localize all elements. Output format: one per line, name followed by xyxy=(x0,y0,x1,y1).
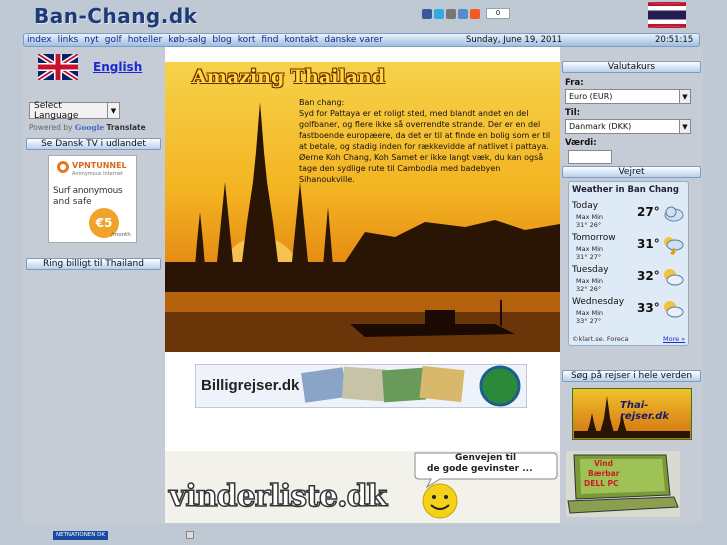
print-icon[interactable] xyxy=(446,8,456,19)
vinderliste-logo: vinderliste.dk xyxy=(168,478,388,515)
twitter-icon[interactable] xyxy=(434,8,444,19)
fra-label: Fra: xyxy=(565,78,584,88)
partly-sunny-icon xyxy=(664,301,684,318)
weather-day: Wednesday Max Min 33° 27° 33° xyxy=(572,297,688,329)
nav-link-kort[interactable]: kort xyxy=(238,35,256,45)
nav-link-nyt[interactable]: nyt xyxy=(84,35,99,45)
share-toolbar: 0 xyxy=(422,8,510,19)
thai-flag-icon[interactable] xyxy=(648,2,686,28)
vejret-header: Vejret xyxy=(562,166,701,178)
nav-link-danske-varer[interactable]: danske varer xyxy=(324,35,383,45)
vaerdi-label: Værdi: xyxy=(565,138,597,148)
hero-intro: Ban chang: Syd for Pattaya er et roligt … xyxy=(299,97,555,185)
chevron-down-icon: ▼ xyxy=(679,120,690,133)
powered-by-label: Powered by xyxy=(29,123,73,132)
nav-link-hoteller[interactable]: hoteller xyxy=(128,35,163,45)
vinderliste-ad[interactable]: vinderliste.dk Genvejen til de gode gevi… xyxy=(165,451,560,523)
dell-laptop-ad[interactable]: Vind Bærbar DELL PC xyxy=(566,451,680,517)
to-currency-value: Danmark (DKK) xyxy=(569,122,632,131)
se-dansk-tv-header[interactable]: Se Dansk TV i udlandet xyxy=(26,138,161,150)
counter-icon[interactable] xyxy=(186,531,194,539)
vpn-brand: VPNTUNNEL xyxy=(72,161,127,170)
vpn-tunnel-ad[interactable]: VPNTUNNEL Anonymous Internet Surf anonym… xyxy=(48,155,137,243)
billigrejser-label: Billigrejser.dk xyxy=(201,377,300,394)
weather-maxmin: Max Min 31° 27° xyxy=(576,245,604,261)
weather-credit[interactable]: ©klart.se. Foreca xyxy=(572,335,628,343)
nav-time: 20:51:15 xyxy=(655,35,694,45)
weather-temp: 33° xyxy=(637,301,660,315)
google-logo: Google xyxy=(74,123,105,132)
hero-heading: Ban chang: xyxy=(299,98,345,107)
weather-day-name: Tomorrow xyxy=(572,233,616,243)
weather-day-name: Tuesday xyxy=(572,265,609,275)
email-icon[interactable] xyxy=(458,8,468,19)
vpn-line-2: and safe xyxy=(53,197,92,207)
nav-date: Sunday, June 19, 2011 xyxy=(466,35,563,45)
vinder-bubble-line-2: de gode gevinster ... xyxy=(427,464,533,474)
translate-label: Translate xyxy=(106,123,146,132)
laptop-ad-line-1: Vind xyxy=(594,459,613,468)
weather-temp: 27° xyxy=(637,205,660,219)
from-currency-select[interactable]: Euro (EUR) ▼ xyxy=(565,89,691,104)
billigrejser-ad[interactable]: Billigrejser.dk xyxy=(194,363,528,409)
vpn-per: /month xyxy=(111,232,131,238)
hero-title: Amazing Thailand xyxy=(192,66,385,88)
google-translate-credit[interactable]: Powered by Google Translate xyxy=(29,123,146,132)
language-select-label: Select Language xyxy=(34,100,79,121)
thai-rejser-ad[interactable]: Thai-rejser.dk xyxy=(571,387,693,441)
nav-link-golf[interactable]: golf xyxy=(105,35,122,45)
weather-temp: 32° xyxy=(637,269,660,283)
valutakurs-header: Valutakurs xyxy=(562,61,701,73)
laptop-ad-line-3: DELL PC xyxy=(584,479,619,488)
weather-day-name: Today xyxy=(572,201,599,211)
ring-billigt-header[interactable]: Ring billigt til Thailand xyxy=(26,258,161,270)
share-count: 0 xyxy=(486,8,510,19)
main-nav: index links nyt golf hoteller køb-salg b… xyxy=(23,33,700,47)
partly-sunny-icon xyxy=(664,269,684,286)
thai-rejser-label: Thai-rejser.dk xyxy=(620,400,669,422)
laptop-ad-line-2: Bærbar xyxy=(588,469,620,478)
addthis-icon[interactable] xyxy=(470,8,480,19)
weather-day-name: Wednesday xyxy=(572,297,625,307)
to-currency-select[interactable]: Danmark (DKK) ▼ xyxy=(565,119,691,134)
nav-link-index[interactable]: index xyxy=(27,35,52,45)
weather-maxmin: Max Min 31° 26° xyxy=(576,213,604,229)
vinder-bubble-line-1: Genvejen til xyxy=(455,453,517,463)
nav-link-links[interactable]: links xyxy=(58,35,79,45)
weather-day: Today Max Min 31° 26° 27° xyxy=(572,201,688,233)
chevron-down-icon: ▼ xyxy=(107,103,119,118)
facebook-icon[interactable] xyxy=(422,8,432,19)
weather-temp: 31° xyxy=(637,237,660,251)
weather-day: Tomorrow Max Min 31° 27° 31° xyxy=(572,233,688,265)
weather-title: Weather in Ban Chang xyxy=(572,185,679,195)
netnationen-badge[interactable]: NETNATIONEN DK xyxy=(53,531,108,540)
from-currency-value: Euro (EUR) xyxy=(569,92,613,101)
thunderstorm-icon xyxy=(664,237,684,255)
language-select[interactable]: Select Language ▼ xyxy=(29,100,120,121)
vpn-tagline: Anonymous Internet xyxy=(72,171,123,177)
sog-rejser-header[interactable]: Søg på rejser i hele verden xyxy=(562,370,701,382)
chevron-down-icon: ▼ xyxy=(679,90,690,103)
cloud-icon xyxy=(664,206,684,222)
nav-link-find[interactable]: find xyxy=(261,35,278,45)
nav-link-kob-salg[interactable]: køb-salg xyxy=(168,35,206,45)
nav-link-kontakt[interactable]: kontakt xyxy=(284,35,318,45)
weather-day: Tuesday Max Min 32° 26° 32° xyxy=(572,265,688,297)
weather-maxmin: Max Min 33° 27° xyxy=(576,309,604,325)
english-link[interactable]: English xyxy=(93,60,142,74)
nav-link-blog[interactable]: blog xyxy=(212,35,231,45)
weather-more-link[interactable]: More » xyxy=(663,335,685,343)
til-label: Til: xyxy=(565,108,581,118)
uk-flag-icon[interactable] xyxy=(38,54,78,80)
hero-body: Syd for Pattaya er et roligt sted, med b… xyxy=(299,109,551,184)
vpn-line-1: Surf anonymous xyxy=(53,186,123,196)
amount-input[interactable] xyxy=(568,150,612,164)
weather-maxmin: Max Min 32° 26° xyxy=(576,277,604,293)
site-logo[interactable]: Ban-Chang.dk xyxy=(34,4,197,28)
